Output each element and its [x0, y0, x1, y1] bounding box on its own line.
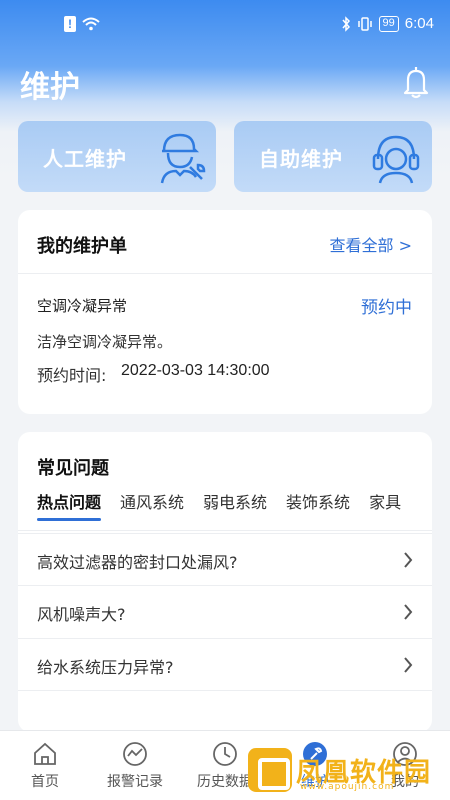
watermark-url: www.apoujin.com: [300, 782, 395, 792]
headset-agent-icon: [372, 135, 420, 184]
order-time-value: 2022-03-03 14:30:00: [121, 362, 270, 379]
order-time-label: 预约时间:: [37, 366, 107, 385]
alarm-chart-icon: [123, 742, 147, 766]
wifi-icon: [82, 17, 100, 31]
page-title: 维护: [20, 70, 80, 105]
faq-question-text: 高效过滤器的密封口处漏风?: [37, 553, 238, 572]
divider: [18, 690, 432, 691]
order-description: 洁净空调冷凝异常。: [37, 333, 173, 351]
tab-alarm-records-label: 报警记录: [107, 774, 163, 790]
faq-question-item[interactable]: 高效过滤器的密封口处漏风?: [18, 533, 432, 585]
bluetooth-icon: [341, 15, 350, 32]
home-icon: [34, 742, 56, 765]
tab-alarm-records[interactable]: 报警记录: [90, 731, 180, 800]
tab-low-voltage[interactable]: 弱电系统: [203, 489, 267, 513]
faq-card: 常见问题 热点问题 通风系统 弱电系统 装饰系统 家具 高效过滤器的密封口处漏风…: [18, 432, 432, 732]
faq-title: 常见问题: [37, 458, 109, 479]
tab-home[interactable]: 首页: [0, 731, 90, 800]
chevron-right-icon: [404, 657, 413, 673]
tab-ventilation[interactable]: 通风系统: [120, 489, 184, 513]
bell-icon[interactable]: [401, 64, 431, 100]
worker-wrench-icon: [160, 133, 206, 184]
manual-maintenance-label: 人工维护: [43, 147, 127, 171]
faq-question-item[interactable]: 风机噪声大?: [18, 585, 432, 637]
watermark-logo: 凤凰软件园 www.apoujin.com: [248, 742, 444, 798]
watermark-icon: [248, 748, 292, 792]
tab-decoration[interactable]: 装饰系统: [286, 489, 350, 513]
faq-question-text: 风机噪声大?: [37, 605, 126, 624]
tab-furniture[interactable]: 家具: [369, 489, 401, 513]
order-name[interactable]: 空调冷凝异常: [37, 295, 127, 316]
divider: [18, 273, 432, 274]
chevron-right-icon: [404, 604, 413, 620]
view-all-link[interactable]: 查看全部 >: [330, 232, 413, 256]
chevron-right-icon: [404, 552, 413, 568]
my-orders-title: 我的维护单: [37, 236, 127, 257]
my-orders-card: 我的维护单 查看全部 > 空调冷凝异常 预约中 洁净空调冷凝异常。 预约时间: …: [18, 210, 432, 414]
faq-question-text: 给水系统压力异常?: [37, 658, 174, 677]
tab-home-label: 首页: [31, 774, 59, 790]
tab-hot-issues[interactable]: 热点问题: [37, 489, 102, 521]
vibrate-icon: [357, 16, 372, 31]
status-time: 6:04: [404, 15, 434, 32]
notification-alert-icon: !: [64, 16, 76, 32]
divider: [18, 530, 432, 531]
order-status-badge: 预约中: [361, 298, 412, 318]
self-maintenance-button[interactable]: 自助维护: [234, 121, 432, 192]
self-maintenance-label: 自助维护: [259, 147, 343, 171]
manual-maintenance-button[interactable]: 人工维护: [18, 121, 216, 192]
faq-tabs: 热点问题 通风系统 弱电系统 装饰系统 家具: [37, 489, 420, 521]
faq-question-item[interactable]: 给水系统压力异常?: [18, 638, 432, 690]
status-bar: ! 99 6:04: [0, 0, 450, 50]
battery-indicator: 99: [378, 15, 399, 32]
clock-icon: [213, 742, 237, 766]
